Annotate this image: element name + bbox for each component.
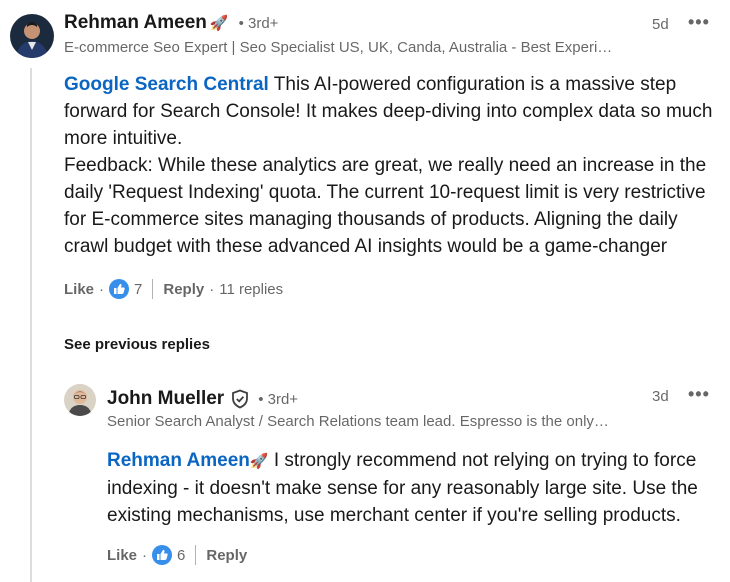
like-count[interactable]: 7 [134, 281, 142, 298]
reply-body: Rehman Ameen🚀 I strongly recommend not r… [107, 447, 717, 529]
avatar[interactable] [10, 14, 54, 58]
mention-link[interactable]: Google Search Central [64, 74, 269, 95]
reply-like-count[interactable]: 6 [177, 547, 185, 564]
see-previous-replies-button[interactable]: See previous replies [64, 336, 210, 353]
profile-photo [10, 14, 54, 58]
author-headline: E-commerce Seo Expert | Seo Specialist U… [64, 39, 613, 56]
reply-like-button[interactable]: Like [107, 547, 137, 564]
verified-shield-icon [230, 389, 250, 409]
rocket-icon: 🚀 [249, 453, 269, 470]
rocket-icon: 🚀 [209, 15, 229, 32]
mention-link[interactable]: Rehman Ameen [107, 450, 250, 471]
action-divider [195, 545, 197, 565]
action-divider [152, 279, 154, 299]
comment-text-2: Feedback: While these analytics are grea… [64, 155, 707, 257]
comment-time: 5d [652, 16, 669, 33]
more-options-icon[interactable]: ••• [688, 12, 710, 33]
like-button[interactable]: Like [64, 281, 94, 298]
reply-author-headline: Senior Search Analyst / Search Relations… [107, 413, 609, 430]
comment-body: Google Search Central This AI-powered co… [64, 71, 716, 260]
replies-count[interactable]: 11 replies [219, 281, 283, 298]
separator-dot: · [99, 280, 105, 298]
like-reaction-icon [152, 545, 173, 565]
like-reaction-icon [109, 279, 130, 299]
reply-reply-button[interactable]: Reply [206, 547, 247, 564]
connection-degree: • 3rd+ [238, 15, 279, 32]
separator-dot: · [209, 280, 215, 298]
reply-actions: Like · 6 Reply [107, 545, 247, 565]
author-name[interactable]: Rehman Ameen [64, 12, 207, 34]
reply-time: 3d [652, 388, 669, 405]
reply-button[interactable]: Reply [163, 281, 204, 298]
reply-avatar[interactable] [64, 384, 96, 416]
thread-line [30, 68, 32, 582]
reply-more-options-icon[interactable]: ••• [688, 384, 710, 405]
connection-degree: • 3rd+ [258, 390, 299, 408]
comment-actions: Like · 7 Reply · 11 replies [64, 279, 283, 299]
separator-dot: · [142, 546, 148, 564]
profile-photo [64, 384, 96, 416]
reply-author-name[interactable]: John Mueller [107, 388, 224, 410]
